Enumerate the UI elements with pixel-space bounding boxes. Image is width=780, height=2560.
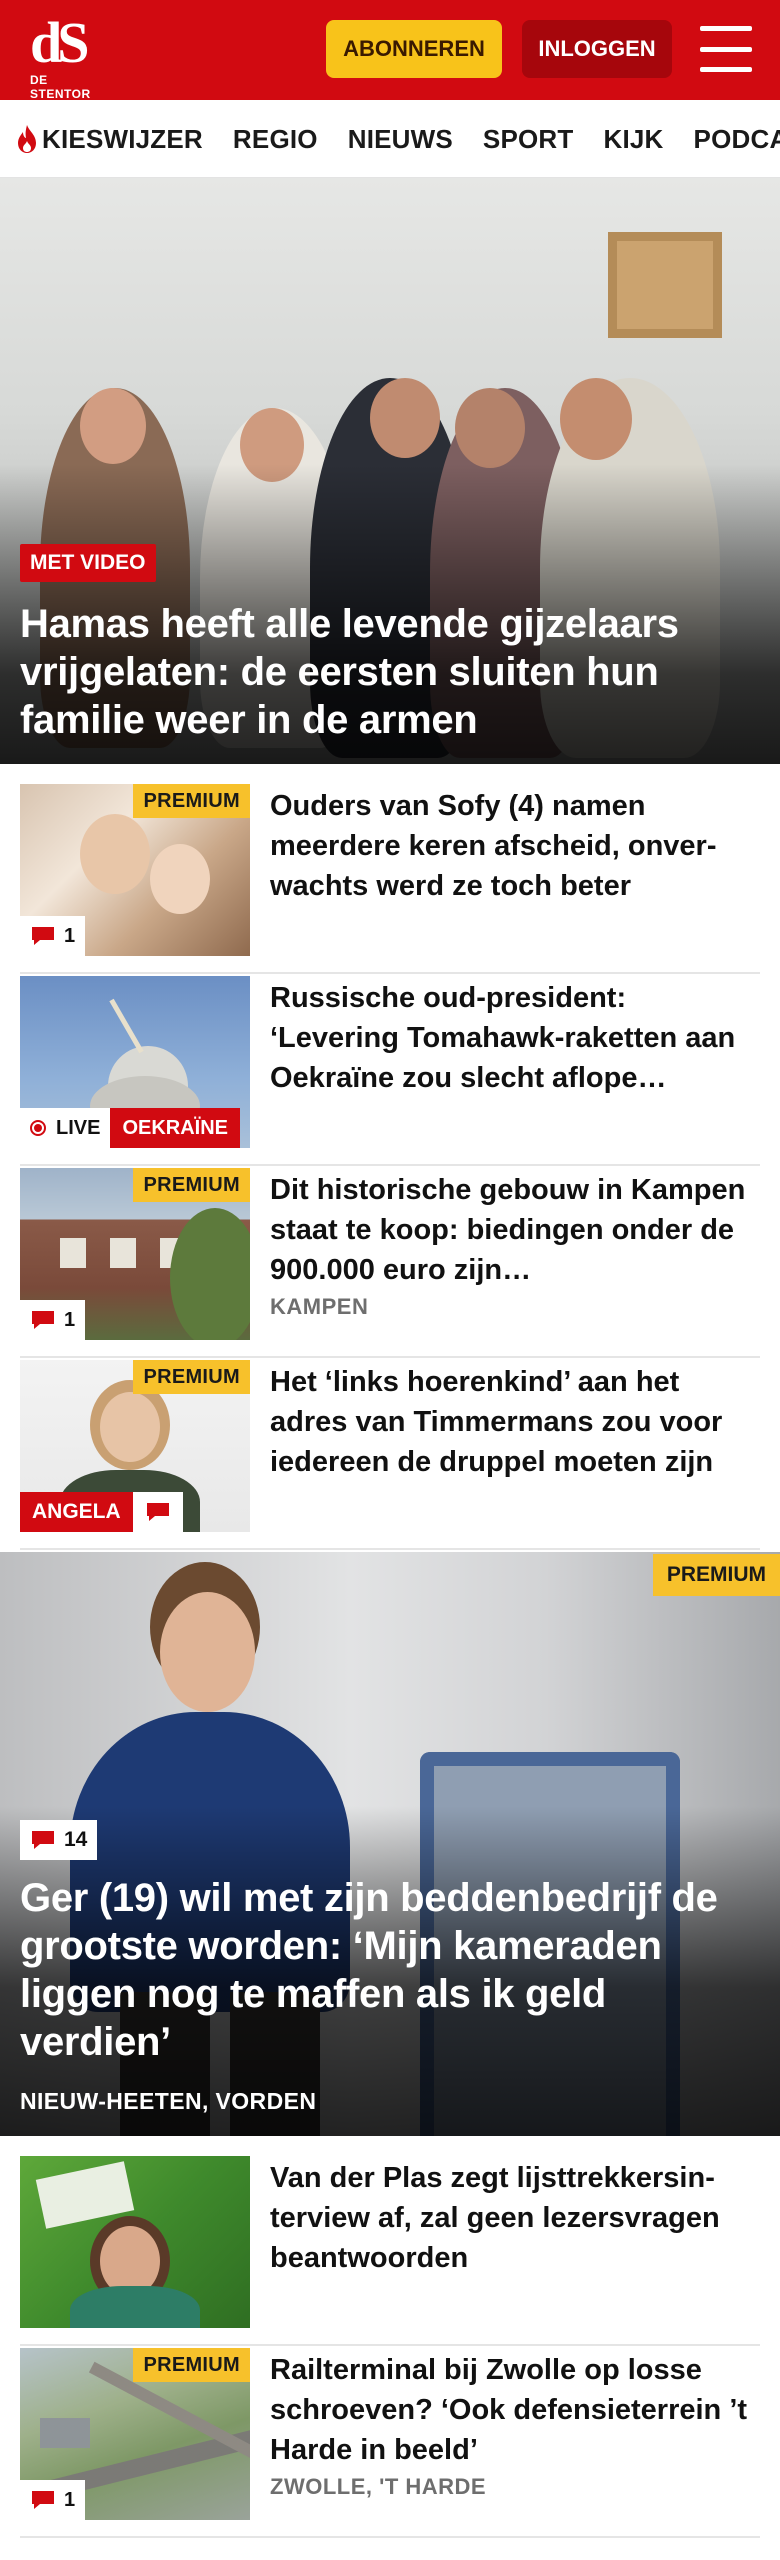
main-nav: KIESWIJZER REGIO NIEUWS SPORT KIJK PODCA… xyxy=(0,100,780,178)
nav-item-kieswijzer[interactable]: KIESWIJZER xyxy=(16,124,203,155)
article-title[interactable]: Russische oud-president: ‘Levering Tomah… xyxy=(270,978,760,1098)
comment-number: 1 xyxy=(64,924,76,947)
premium-badge: PREMIUM xyxy=(133,784,250,818)
comment-icon xyxy=(32,2491,54,2509)
live-tag: LIVE OEKRAÏNE xyxy=(20,1108,241,1148)
premium-badge: PREMIUM xyxy=(652,1554,780,1596)
comment-count[interactable]: 1 xyxy=(20,916,86,956)
nav-label: KIESWIJZER xyxy=(42,123,203,154)
live-label: LIVE xyxy=(56,1116,101,1139)
comment-count[interactable]: 1 xyxy=(20,2480,86,2520)
comment-count[interactable] xyxy=(132,1492,183,1532)
logo-mark: dS xyxy=(30,10,90,75)
list-item[interactable]: PREMIUM 1 Railterminal bij Zwolle op los… xyxy=(20,2348,760,2538)
logo-subtitle: DE STENTOR xyxy=(30,73,91,101)
article-thumbnail: PREMIUM 1 xyxy=(20,784,250,956)
list-item[interactable]: LIVE OEKRAÏNE Russische oud-president: ‘… xyxy=(20,976,760,1166)
comment-icon xyxy=(146,1503,169,1521)
article-thumbnail: LIVE OEKRAÏNE xyxy=(20,976,250,1148)
article-thumbnail xyxy=(20,2156,250,2328)
author-label[interactable]: ANGELA xyxy=(20,1492,133,1532)
article-thumbnail: PREMIUM 1 xyxy=(20,2348,250,2520)
comment-icon xyxy=(32,927,54,945)
list-item[interactable]: PREMIUM ANGELA Het ‘links hoerenkind’ aa… xyxy=(20,1360,760,1550)
premium-badge: PREMIUM xyxy=(133,1360,250,1394)
article-thumbnail: PREMIUM 1 xyxy=(20,1168,250,1340)
login-button[interactable]: INLOGGEN xyxy=(522,20,672,78)
site-logo[interactable]: dS DE STENTOR xyxy=(30,10,110,102)
feature-article[interactable]: PREMIUM 14 Ger (19) wil met zijn beddenb… xyxy=(0,1552,780,2136)
article-title[interactable]: Ouders van Sofy (4) namen meerdere keren… xyxy=(270,786,760,906)
list-item[interactable]: PREMIUM 1 Ouders van Sofy (4) namen meer… xyxy=(20,784,760,974)
author-tag: ANGELA xyxy=(20,1492,183,1532)
topic-tag[interactable]: OEKRAÏNE xyxy=(110,1108,241,1148)
article-location: KAMPEN xyxy=(270,1294,369,1319)
article-title[interactable]: Van der Plas zegt lijsttrekkersin-tervie… xyxy=(270,2158,760,2278)
premium-badge: PREMIUM xyxy=(133,2348,250,2382)
nav-item-regio[interactable]: REGIO xyxy=(233,124,318,155)
subscribe-button[interactable]: ABONNEREN xyxy=(326,20,502,78)
article-location: ZWOLLE, 'T HARDE xyxy=(270,2474,487,2499)
menu-icon[interactable] xyxy=(700,26,752,72)
article-title[interactable]: Dit historische gebouw in Kampen staat t… xyxy=(270,1170,760,1290)
article-title[interactable]: Railterminal bij Zwolle op losse schroev… xyxy=(270,2350,760,2470)
video-badge: MET VIDEO xyxy=(20,544,156,582)
nav-item-kijk[interactable]: KIJK xyxy=(604,124,664,155)
live-dot-icon xyxy=(30,1120,46,1136)
comment-icon xyxy=(32,1311,54,1329)
nav-item-podcast[interactable]: PODCAS xyxy=(694,124,780,155)
premium-badge: PREMIUM xyxy=(133,1168,250,1202)
article-thumbnail: PREMIUM ANGELA xyxy=(20,1360,250,1532)
comment-count[interactable]: 1 xyxy=(20,1300,86,1340)
comment-icon xyxy=(32,1831,54,1849)
comment-number: 1 xyxy=(64,1308,76,1331)
flame-icon xyxy=(18,125,36,153)
comment-number: 1 xyxy=(64,2488,76,2511)
live-badge: LIVE xyxy=(20,1108,111,1148)
article-title[interactable]: Het ‘links hoerenkind’ aan het adres van… xyxy=(270,1362,760,1482)
site-header: dS DE STENTOR ABONNEREN INLOGGEN xyxy=(0,0,780,102)
nav-item-sport[interactable]: SPORT xyxy=(483,124,574,155)
hero-title[interactable]: Hamas heeft alle levende gijzelaars vrij… xyxy=(20,600,760,744)
comment-number: 14 xyxy=(64,1828,88,1851)
nav-item-nieuws[interactable]: NIEUWS xyxy=(348,124,453,155)
feature-location: NIEUW-HEETEN, VORDEN xyxy=(20,2088,317,2114)
list-item[interactable]: PREMIUM 1 Dit historische gebouw in Kamp… xyxy=(20,1168,760,1358)
comment-count[interactable]: 14 xyxy=(20,1820,98,1860)
hero-article[interactable]: MET VIDEO Hamas heeft alle levende gijze… xyxy=(0,178,780,764)
feature-title[interactable]: Ger (19) wil met zijn beddenbedrijf de g… xyxy=(20,1874,760,2066)
list-item[interactable]: Van der Plas zegt lijsttrekkersin-tervie… xyxy=(20,2156,760,2346)
